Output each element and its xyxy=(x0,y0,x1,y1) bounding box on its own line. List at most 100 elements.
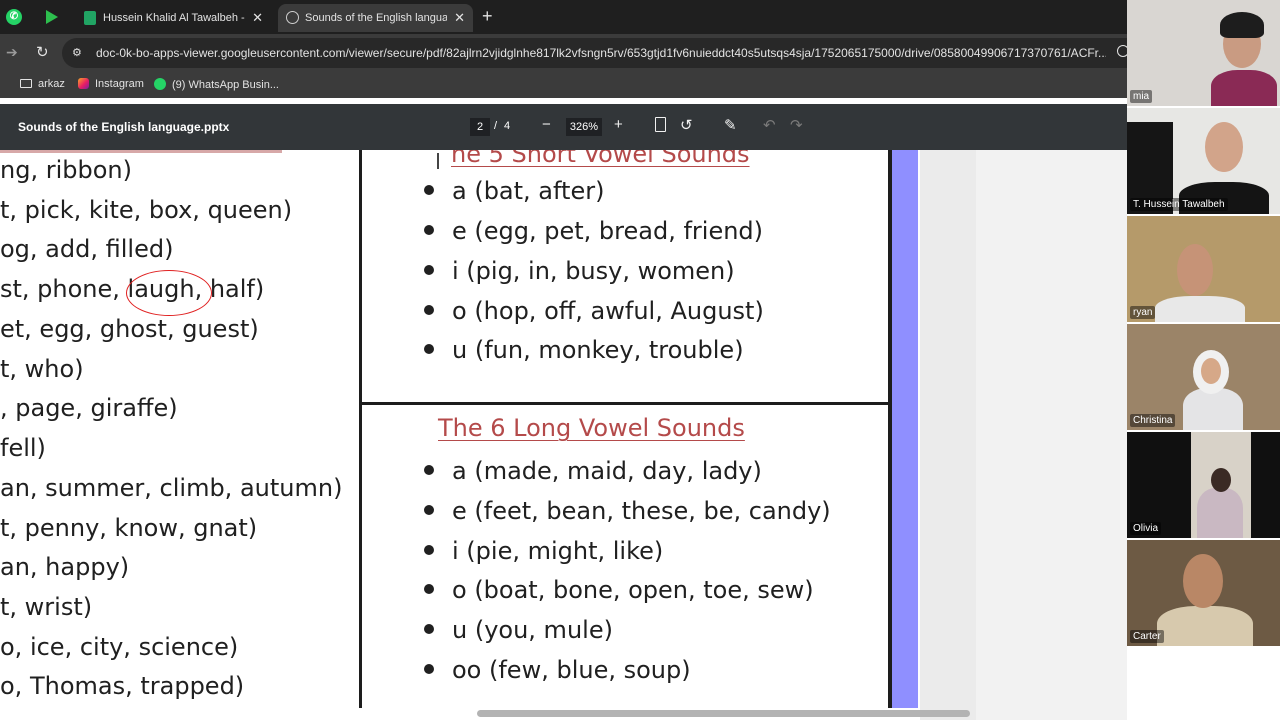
participant-tile[interactable]: Carter xyxy=(1127,540,1280,646)
participant-video xyxy=(1205,122,1243,172)
long-vowel-item: o (boat, bone, open, toe, sew) xyxy=(424,576,814,604)
consonant-line: et, egg, ghost, guest) xyxy=(0,315,259,343)
consonant-text: st, phone, xyxy=(0,275,128,303)
consonant-line: an, summer, climb, autumn) xyxy=(0,474,343,502)
bullet xyxy=(424,465,434,475)
bookmark-arkaz[interactable]: arkaz xyxy=(20,78,65,90)
short-vowel-item: o (hop, off, awful, August) xyxy=(424,297,764,325)
bullet xyxy=(424,185,434,195)
forward-icon[interactable]: ➔ xyxy=(6,44,18,61)
short-vowel-item: i (pig, in, busy, women) xyxy=(424,257,735,285)
consonant-line: t, wrist) xyxy=(0,593,93,621)
consonant-line: t, pick, kite, box, queen) xyxy=(0,196,293,224)
redo-icon[interactable]: ↷ xyxy=(790,116,803,134)
zoom-in-icon[interactable]: + xyxy=(614,116,623,133)
short-vowel-item: a (bat, after) xyxy=(424,177,604,205)
long-vowels-heading: The 6 Long Vowel Sounds xyxy=(438,414,745,442)
table-border xyxy=(359,150,362,708)
bullet xyxy=(424,505,434,515)
bookmarks-bar: arkaz Instagram (9) WhatsApp Busin... xyxy=(0,72,1127,98)
participant-video xyxy=(1197,488,1243,538)
consonant-line: , page, giraffe) xyxy=(0,394,178,422)
consonant-line: t, penny, know, gnat) xyxy=(0,514,258,542)
purple-side-bar xyxy=(892,150,918,708)
item-text: e (feet, bean, these, be, candy) xyxy=(452,497,831,525)
tab-spreadsheet[interactable]: Hussein Khalid Al Tawalbeh - G ✕ xyxy=(76,4,271,32)
globe-icon xyxy=(286,11,299,24)
participant-name: mia xyxy=(1130,90,1153,103)
page-number-input[interactable]: 2 xyxy=(470,118,490,136)
bullet xyxy=(424,545,434,555)
participant-video xyxy=(1183,554,1223,608)
tab-title: Sounds of the English language xyxy=(305,12,447,24)
table-border xyxy=(359,402,892,405)
new-tab-icon[interactable]: + xyxy=(482,6,493,27)
long-vowel-item: a (made, maid, day, lady) xyxy=(424,457,762,485)
participant-video xyxy=(1211,468,1231,492)
bookmark-label: arkaz xyxy=(38,78,65,90)
participant-tile[interactable]: Olivia xyxy=(1127,432,1280,538)
folder-icon xyxy=(20,79,32,88)
short-vowel-item: e (egg, pet, bread, friend) xyxy=(424,217,763,245)
bullet xyxy=(424,225,434,235)
consonant-line: fell) xyxy=(0,434,46,462)
undo-icon[interactable]: ↶ xyxy=(763,116,776,134)
bookmark-label: (9) WhatsApp Busin... xyxy=(172,79,279,91)
document-title: Sounds of the English language.pptx xyxy=(18,120,230,134)
item-text: a (bat, after) xyxy=(452,177,605,205)
bullet xyxy=(424,305,434,315)
horizontal-scrollbar[interactable] xyxy=(477,710,970,717)
bookmark-instagram[interactable]: Instagram xyxy=(78,78,144,90)
long-vowel-item: i (pie, might, like) xyxy=(424,537,663,565)
bullet xyxy=(424,344,434,354)
consonant-line: o, ice, city, science) xyxy=(0,633,239,661)
item-text: a (made, maid, day, lady) xyxy=(452,457,762,485)
red-circle-annotation xyxy=(126,270,212,316)
omnibox[interactable]: ⚙ doc-0k-bo-apps-viewer.googleuserconten… xyxy=(62,38,1129,68)
tab-pdf-viewer[interactable]: Sounds of the English language ✕ xyxy=(278,4,473,32)
zoom-out-icon[interactable]: − xyxy=(542,116,551,133)
whatsapp-icon xyxy=(154,78,166,90)
text-cursor xyxy=(437,153,439,169)
whatsapp-pinned-tab-icon[interactable]: ✆ xyxy=(6,9,22,25)
item-text: i (pie, might, like) xyxy=(452,537,664,565)
rotate-icon[interactable]: ↺ xyxy=(680,116,693,134)
fit-page-icon[interactable] xyxy=(655,117,666,132)
divider xyxy=(0,150,282,153)
participant-tile[interactable]: mia xyxy=(1127,0,1280,106)
reload-icon[interactable]: ↻ xyxy=(36,43,49,61)
participant-video xyxy=(1211,70,1277,106)
consonant-line: ng, ribbon) xyxy=(0,156,132,184)
participant-video xyxy=(1155,296,1245,322)
close-tab-icon[interactable]: ✕ xyxy=(252,4,263,32)
participant-video xyxy=(1220,12,1264,38)
slide-page: ng, ribbon) t, pick, kite, box, queen) o… xyxy=(0,150,920,720)
close-tab-icon[interactable]: ✕ xyxy=(454,4,465,32)
browser-tab-strip: ✆ Hussein Khalid Al Tawalbeh - G ✕ Sound… xyxy=(0,0,1127,34)
viewer-background xyxy=(976,150,1127,720)
bookmark-whatsapp-business[interactable]: (9) WhatsApp Busin... xyxy=(154,78,279,91)
tab-title: Hussein Khalid Al Tawalbeh - G xyxy=(103,12,245,24)
participant-tile[interactable]: T. Hussein Tawalbeh xyxy=(1127,108,1280,214)
page-margin xyxy=(920,150,976,720)
participant-video xyxy=(1183,388,1243,430)
annotate-icon[interactable]: ✎ xyxy=(724,116,737,134)
item-text: oo (few, blue, soup) xyxy=(452,656,691,684)
video-call-panel: mia T. Hussein Tawalbeh ryan Christina O… xyxy=(1127,0,1280,720)
address-bar-row: ➔ ↻ ⚙ doc-0k-bo-apps-viewer.googleuserco… xyxy=(0,34,1129,72)
participant-tile[interactable]: Christina xyxy=(1127,324,1280,430)
url-text[interactable]: doc-0k-bo-apps-viewer.googleusercontent.… xyxy=(96,46,1106,60)
item-text: e (egg, pet, bread, friend) xyxy=(452,217,764,245)
participant-name: Olivia xyxy=(1130,522,1162,535)
participant-tile[interactable]: ryan xyxy=(1127,216,1280,322)
participant-name: Christina xyxy=(1130,414,1176,427)
long-vowel-item: oo (few, blue, soup) xyxy=(424,656,691,684)
participant-video xyxy=(1177,244,1213,296)
zoom-level-input[interactable]: 326% xyxy=(566,118,602,136)
sheets-icon xyxy=(84,11,96,25)
bullet xyxy=(424,265,434,275)
play-pinned-tab-icon[interactable] xyxy=(46,10,58,24)
pdf-viewport[interactable]: ng, ribbon) t, pick, kite, box, queen) o… xyxy=(0,150,1127,720)
site-info-icon[interactable]: ⚙ xyxy=(72,46,86,60)
short-vowels-heading: he 5 Short Vowel Sounds xyxy=(451,150,750,168)
